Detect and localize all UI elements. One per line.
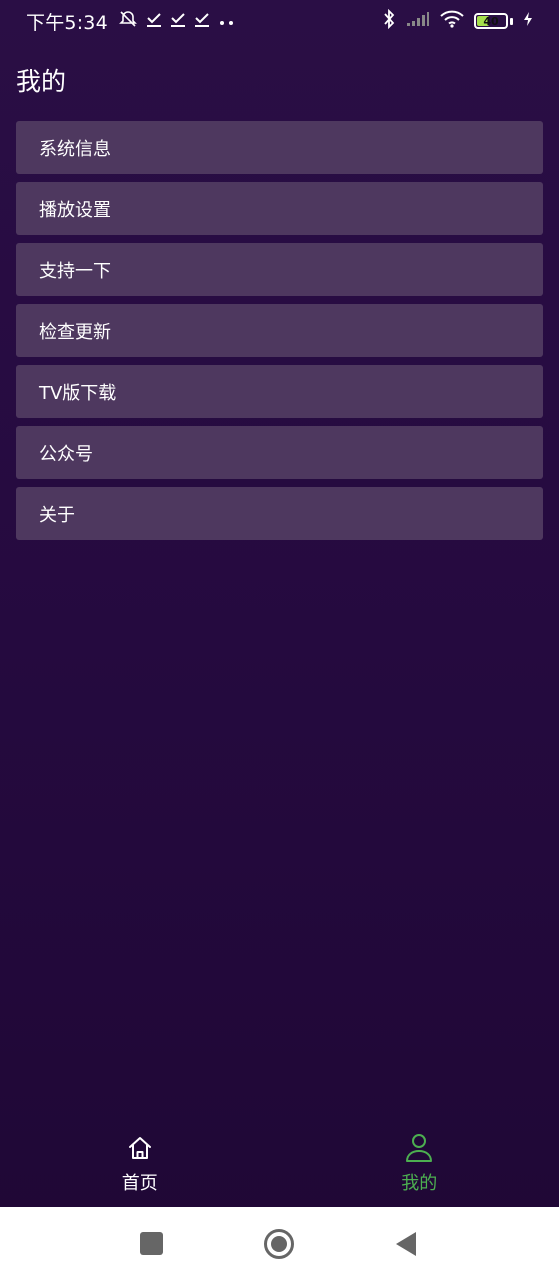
menu-item-label: TV版下载	[39, 382, 117, 404]
tab-home-label: 首页	[121, 1173, 158, 1194]
home-circle-icon[interactable]	[263, 1228, 295, 1260]
menu-item-label: 系统信息	[39, 138, 111, 160]
menu-item-label: 支持一下	[39, 260, 111, 282]
notification-icons	[118, 9, 236, 33]
menu-item-label: 播放设置	[39, 199, 111, 221]
menu-item-official-account[interactable]: 公众号	[16, 426, 543, 479]
battery-icon: 40	[474, 13, 513, 29]
alarm-off-icon	[118, 9, 138, 33]
charging-icon	[523, 11, 533, 31]
back-triangle-icon[interactable]	[395, 1231, 417, 1257]
status-time: 下午5:34	[26, 11, 108, 34]
home-icon	[125, 1133, 155, 1163]
battery-tip	[510, 17, 513, 25]
bluetooth-icon	[382, 8, 396, 33]
more-dots-icon	[218, 12, 236, 31]
menu-item-tv-download[interactable]: TV版下载	[16, 365, 543, 418]
system-nav-bar	[0, 1207, 559, 1280]
tab-home[interactable]: 首页	[0, 1125, 280, 1207]
menu-item-playback-settings[interactable]: 播放设置	[16, 182, 543, 235]
menu-item-label: 检查更新	[39, 321, 111, 343]
menu-item-check-update[interactable]: 检查更新	[16, 304, 543, 357]
download-done-icon	[170, 10, 186, 32]
status-bar: 下午5:34 40	[0, 0, 559, 42]
status-left: 下午5:34	[26, 8, 236, 35]
menu-item-support[interactable]: 支持一下	[16, 243, 543, 296]
tab-mine[interactable]: 我的	[280, 1125, 559, 1207]
menu-item-about[interactable]: 关于	[16, 487, 543, 540]
download-done-icon	[146, 10, 162, 32]
recents-square-icon[interactable]	[140, 1232, 163, 1255]
menu-list: 系统信息 播放设置 支持一下 检查更新 TV版下载 公众号 关于	[16, 121, 543, 540]
menu-item-label: 公众号	[39, 443, 93, 465]
tab-mine-label: 我的	[401, 1173, 438, 1194]
signal-icon	[406, 11, 430, 31]
page-title: 我的	[16, 67, 67, 96]
status-right: 40	[382, 8, 533, 33]
battery-level: 40	[483, 14, 499, 28]
download-done-icon	[194, 10, 210, 32]
person-icon	[404, 1133, 434, 1163]
wifi-icon	[440, 10, 464, 32]
bottom-nav: 首页 我的	[0, 1125, 559, 1207]
menu-item-system-info[interactable]: 系统信息	[16, 121, 543, 174]
battery-body: 40	[474, 13, 508, 29]
menu-item-label: 关于	[39, 504, 75, 526]
